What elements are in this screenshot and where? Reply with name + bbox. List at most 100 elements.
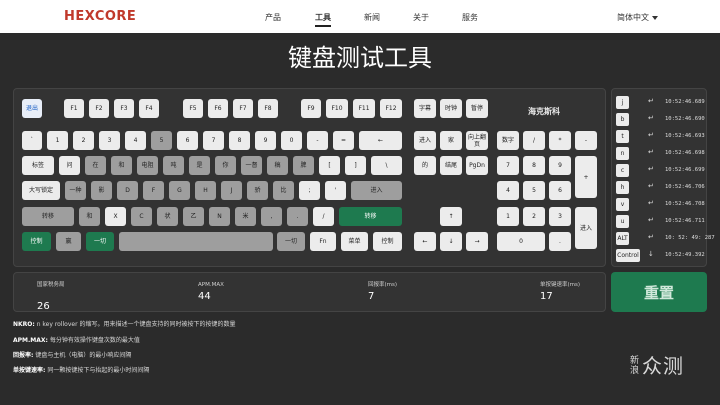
key-space[interactable] — [119, 232, 273, 251]
key-num-6[interactable]: 6 — [549, 181, 571, 200]
key-8[interactable]: 8 — [229, 131, 250, 150]
nav-item-news[interactable]: 新闻 — [364, 12, 380, 23]
key-t[interactable]: 吨 — [163, 156, 184, 175]
key-7[interactable]: 7 — [203, 131, 224, 150]
key-num-4[interactable]: 4 — [497, 181, 519, 200]
key-f9[interactable]: F9 — [301, 99, 321, 118]
key-minus[interactable]: - — [307, 131, 328, 150]
key-backspace[interactable]: ← — [359, 131, 402, 150]
key-right-bracket[interactable]: ] — [345, 156, 366, 175]
key-9[interactable]: 9 — [255, 131, 276, 150]
key-num-7[interactable]: 7 — [497, 156, 519, 175]
logo[interactable]: HEXCORE — [64, 9, 136, 24]
key-num-multiply[interactable]: * — [549, 131, 571, 150]
key-left-win[interactable]: 赢 — [56, 232, 81, 251]
key-pause[interactable]: 暂停 — [466, 99, 488, 118]
key-right-alt[interactable]: 一切 — [277, 232, 305, 251]
key-f7[interactable]: F7 — [233, 99, 253, 118]
key-d[interactable]: D — [117, 181, 138, 200]
key-f3[interactable]: F3 — [114, 99, 134, 118]
key-q[interactable]: 问 — [59, 156, 80, 175]
key-5[interactable]: 5 — [151, 131, 172, 150]
key-e[interactable]: 和 — [111, 156, 132, 175]
key-j[interactable]: J — [221, 181, 242, 200]
key-num-lock[interactable]: 数字 — [497, 131, 519, 150]
key-right-ctrl[interactable]: 控制 — [373, 232, 402, 251]
nav-item-products[interactable]: 产品 — [265, 12, 281, 23]
key-f8[interactable]: F8 — [258, 99, 278, 118]
key-num-1[interactable]: 1 — [497, 207, 519, 226]
key-backslash[interactable]: \ — [371, 156, 402, 175]
key-num-8[interactable]: 8 — [523, 156, 545, 175]
key-n[interactable]: N — [209, 207, 230, 226]
key-left-shift[interactable]: 转移 — [22, 207, 74, 226]
key-0[interactable]: 0 — [281, 131, 302, 150]
key-fn[interactable]: Fn — [310, 232, 336, 251]
key-f5[interactable]: F5 — [183, 99, 203, 118]
key-semicolon[interactable]: ; — [299, 181, 320, 200]
key-print-screen[interactable]: 字幕 — [414, 99, 436, 118]
key-2[interactable]: 2 — [73, 131, 94, 150]
key-g[interactable]: G — [169, 181, 190, 200]
key-comma[interactable]: , — [261, 207, 282, 226]
key-num-decimal[interactable]: . — [549, 232, 571, 251]
key-f10[interactable]: F10 — [326, 99, 348, 118]
key-f1[interactable]: F1 — [64, 99, 84, 118]
key-num-enter[interactable]: 进入 — [575, 207, 597, 249]
key-enter[interactable]: 进入 — [351, 181, 402, 200]
key-menu[interactable]: 菜单 — [341, 232, 368, 251]
key-arrow-left[interactable]: ← — [414, 232, 436, 251]
key-equals[interactable]: = — [333, 131, 354, 150]
key-delete[interactable]: 的 — [414, 156, 436, 175]
key-slash[interactable]: / — [313, 207, 334, 226]
key-num-2[interactable]: 2 — [523, 207, 545, 226]
key-f2[interactable]: F2 — [89, 99, 109, 118]
key-num-divide[interactable]: / — [523, 131, 545, 150]
key-a[interactable]: 一种 — [65, 181, 86, 200]
key-m[interactable]: 米 — [235, 207, 256, 226]
key-caps-lock[interactable]: 大写锁定 — [22, 181, 60, 200]
key-esc[interactable]: 退出 — [22, 99, 42, 118]
nav-item-tools[interactable]: 工具 — [315, 12, 331, 27]
key-num-3[interactable]: 3 — [549, 207, 571, 226]
key-4[interactable]: 4 — [125, 131, 146, 150]
key-page-up[interactable]: 向上翻页 — [466, 131, 488, 150]
key-w[interactable]: 在 — [85, 156, 106, 175]
key-arrow-right[interactable]: → — [466, 232, 488, 251]
key-num-0[interactable]: 0 — [497, 232, 545, 251]
key-l[interactable]: 比 — [273, 181, 294, 200]
key-num-plus[interactable]: + — [575, 156, 597, 198]
key-f11[interactable]: F11 — [353, 99, 375, 118]
key-backtick[interactable]: ` — [22, 131, 42, 150]
key-f6[interactable]: F6 — [208, 99, 228, 118]
key-period[interactable]: . — [287, 207, 308, 226]
key-o[interactable]: 稿 — [267, 156, 288, 175]
key-3[interactable]: 3 — [99, 131, 120, 150]
key-arrow-up[interactable]: ↑ — [440, 207, 462, 226]
key-home[interactable]: 家 — [440, 131, 462, 150]
key-f12[interactable]: F12 — [380, 99, 402, 118]
key-insert[interactable]: 进入 — [414, 131, 436, 150]
key-c[interactable]: C — [131, 207, 152, 226]
nav-item-services[interactable]: 服务 — [462, 12, 478, 23]
key-left-bracket[interactable]: [ — [319, 156, 340, 175]
key-left-alt[interactable]: 一切 — [86, 232, 114, 251]
key-tab[interactable]: 标签 — [22, 156, 54, 175]
key-arrow-down[interactable]: ↓ — [440, 232, 462, 251]
key-f[interactable]: F — [143, 181, 164, 200]
key-h[interactable]: H — [195, 181, 216, 200]
key-f4[interactable]: F4 — [139, 99, 159, 118]
reset-button[interactable]: 重置 — [611, 272, 707, 312]
nav-item-about[interactable]: 关于 — [413, 12, 429, 23]
key-r[interactable]: 电阻 — [137, 156, 158, 175]
key-scroll-lock[interactable]: 时钟 — [440, 99, 462, 118]
key-left-ctrl[interactable]: 控制 — [22, 232, 51, 251]
key-z[interactable]: 和 — [79, 207, 100, 226]
key-6[interactable]: 6 — [177, 131, 198, 150]
key-i[interactable]: 一督 — [241, 156, 262, 175]
key-y[interactable]: 是 — [189, 156, 210, 175]
key-x[interactable]: X — [105, 207, 126, 226]
key-k[interactable]: 骄 — [247, 181, 268, 200]
key-num-9[interactable]: 9 — [549, 156, 571, 175]
key-num-5[interactable]: 5 — [523, 181, 545, 200]
